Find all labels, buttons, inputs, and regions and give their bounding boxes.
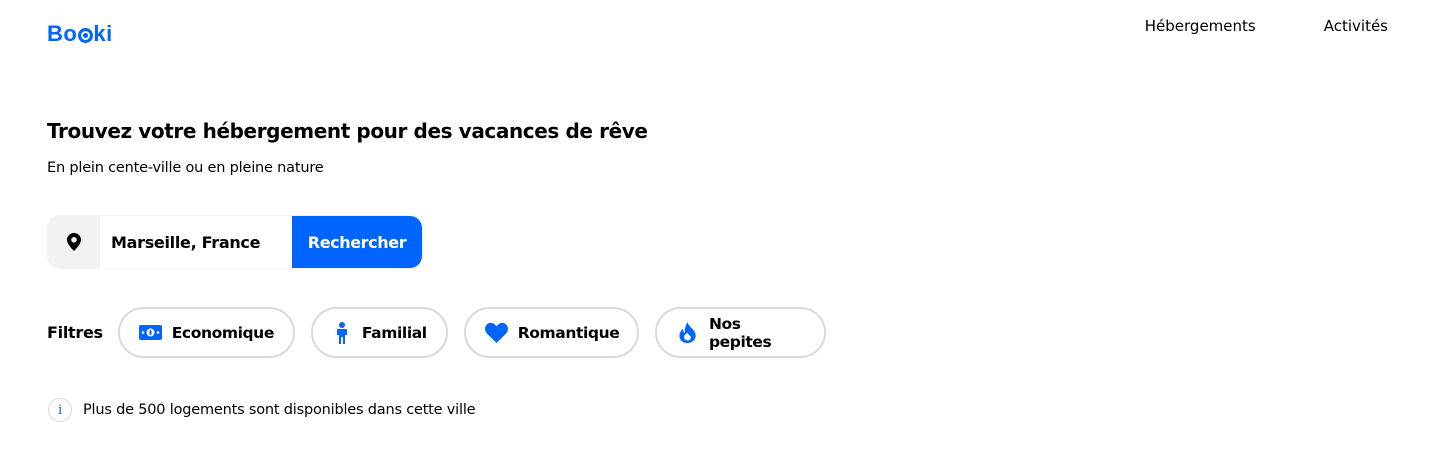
availability-info: i Plus de 500 logements sont disponibles… [48, 398, 476, 422]
filter-nos-pepites[interactable]: Nos pepites [654, 307, 826, 358]
filter-romantique[interactable]: Romantique [463, 307, 639, 358]
logo-text-end: ki [93, 21, 113, 46]
page-title: Trouvez votre hébergement pour des vacan… [47, 119, 648, 143]
nav-link-hebergements[interactable]: Hébergements [1145, 16, 1256, 36]
map-pin-icon [67, 233, 81, 251]
filter-label: Romantique [517, 323, 620, 342]
availability-text: Plus de 500 logements sont disponibles d… [83, 402, 476, 418]
heart-icon [484, 322, 508, 344]
filter-label: Familial [361, 323, 427, 342]
page-subtitle: En plein cente-ville ou en pleine nature [47, 160, 324, 176]
logo-pin-mark [78, 28, 94, 43]
info-icon: i [48, 398, 72, 422]
logo-text-start: Bo [47, 21, 78, 46]
filters-label: Filtres [47, 323, 103, 342]
person-icon [332, 321, 352, 344]
location-icon-box [48, 216, 100, 268]
money-bill-icon [138, 322, 162, 344]
page: Bo ki Hébergements Activités Trouvez votr… [0, 0, 1433, 451]
filters-bar: Filtres Economique Familial Romantique N… [47, 307, 842, 358]
main-nav: Hébergements Activités [1145, 16, 1388, 36]
filter-label: Nos pepites [708, 314, 772, 351]
fire-icon [676, 322, 699, 344]
filter-economique[interactable]: Economique [117, 307, 295, 358]
booki-logo[interactable]: Bo ki [47, 19, 113, 49]
filter-label: Economique [171, 323, 275, 342]
nav-link-activites[interactable]: Activités [1324, 16, 1388, 36]
filter-familial[interactable]: Familial [310, 307, 448, 358]
location-search-input[interactable] [100, 216, 292, 268]
search-button[interactable]: Rechercher [292, 216, 422, 268]
search-bar: Rechercher [48, 216, 422, 268]
